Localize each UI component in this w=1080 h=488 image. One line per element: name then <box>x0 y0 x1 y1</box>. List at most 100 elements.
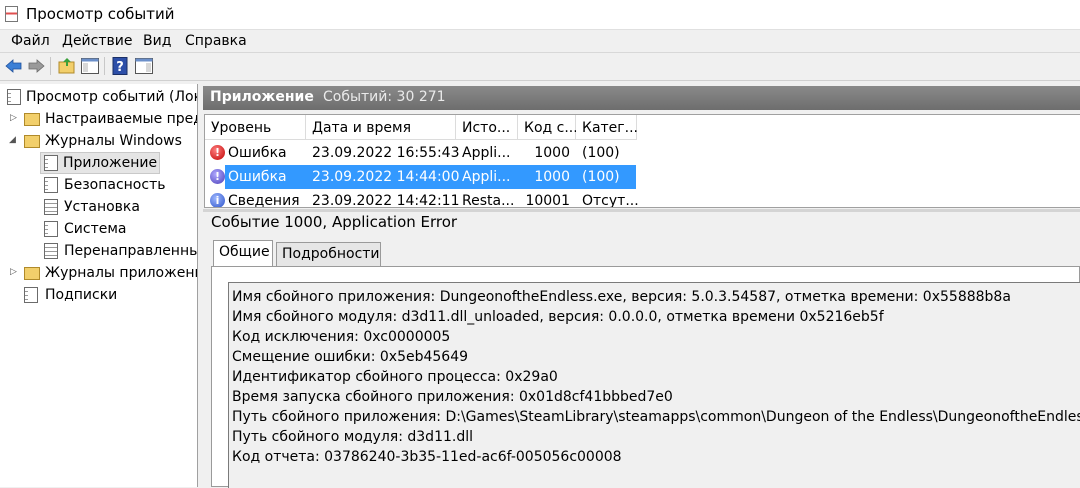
event-viewer-icon <box>7 89 21 105</box>
toolbar: ? <box>0 53 1080 81</box>
svg-text:?: ? <box>116 60 124 75</box>
pane-title: Приложение <box>210 89 314 105</box>
toolbar-separator <box>104 57 105 75</box>
menu-view[interactable]: Вид <box>143 33 171 49</box>
table-row[interactable]: ! Ошибка 23.09.2022 16:55:43 Appli... 10… <box>205 141 637 165</box>
tree-label: Безопасность <box>64 177 166 193</box>
row-level: Ошибка <box>228 145 287 161</box>
title-bar: Просмотр событий <box>0 0 1080 30</box>
tree-item-setup[interactable]: Установка <box>41 197 197 217</box>
folder-icon <box>24 113 40 126</box>
row-level: Ошибка <box>228 169 287 185</box>
forward-arrow-icon[interactable] <box>26 56 46 76</box>
event-description[interactable]: Имя сбойного приложения: DungeonoftheEnd… <box>228 282 1080 488</box>
event-count: Событий: 30 271 <box>323 89 446 105</box>
tree-item-windows-logs[interactable]: ◢ Журналы Windows <box>5 131 197 151</box>
tab-content: Имя сбойного приложения: DungeonoftheEnd… <box>211 266 1080 488</box>
column-header-label: Исто... <box>462 120 511 136</box>
tab-general[interactable]: Общие <box>213 240 273 266</box>
help-icon[interactable]: ? <box>111 56 131 76</box>
tab-label: Подробности <box>282 246 380 262</box>
column-header-date[interactable]: Дата и время <box>306 115 456 140</box>
tree-label: Установка <box>64 199 140 215</box>
column-header-category[interactable]: Катег... <box>576 115 638 140</box>
table-row[interactable]: i Сведения 23.09.2022 14:42:11 Resta... … <box>205 189 639 208</box>
description-line: Имя сбойного приложения: DungeonoftheEnd… <box>232 289 1011 305</box>
description-line: Смещение ошибки: 0x5eb45649 <box>232 349 469 365</box>
up-folder-icon[interactable] <box>57 56 77 76</box>
row-date: 23.09.2022 14:42:11 <box>312 193 460 208</box>
log-icon <box>44 243 58 259</box>
row-category: (100) <box>582 145 620 161</box>
tree-root-event-viewer[interactable]: Просмотр событий (Лок <box>5 87 197 107</box>
row-level: Сведения <box>228 193 300 208</box>
log-icon <box>44 221 58 237</box>
description-line: Идентификатор сбойного процесса: 0x29a0 <box>232 369 558 385</box>
expand-arrow-icon[interactable]: ▷ <box>10 267 17 277</box>
action-pane-icon[interactable] <box>134 56 154 76</box>
tree-item-forwarded-events[interactable]: Перенаправленны <box>41 241 197 261</box>
folder-icon <box>24 267 40 280</box>
log-icon <box>44 177 58 193</box>
log-icon <box>44 199 58 215</box>
row-source: Appli... <box>462 145 511 161</box>
pane-splitter[interactable] <box>203 209 1080 212</box>
tree-label: Приложение <box>63 155 158 171</box>
pane-header: Приложение Событий: 30 271 <box>203 86 1080 110</box>
column-header-label: Катег... <box>582 120 638 136</box>
description-line: Путь сбойного модуля: d3d11.dll <box>232 429 473 445</box>
column-header-label: Уровень <box>211 120 272 136</box>
tree-label: Журналы Windows <box>45 133 182 149</box>
row-category: Отсут... <box>582 193 639 208</box>
tree-item-application-logs[interactable]: ▷ Журналы приложени <box>5 263 197 283</box>
tree-item-security[interactable]: Безопасность <box>41 175 197 195</box>
toolbar-separator <box>50 57 51 75</box>
menu-help[interactable]: Справка <box>185 33 247 49</box>
tab-label: Общие <box>219 244 270 260</box>
column-header-label: Дата и время <box>312 120 411 136</box>
error-icon: ! <box>210 145 225 160</box>
menu-action[interactable]: Действие <box>62 33 132 49</box>
menu-file[interactable]: Файл <box>11 33 50 49</box>
log-icon <box>44 155 58 171</box>
table-row-selected[interactable]: ! Ошибка 23.09.2022 14:44:00 Appli... 10… <box>205 165 637 189</box>
tree-label: Журналы приложени <box>45 265 198 281</box>
tree-label: Система <box>64 221 127 237</box>
folder-icon <box>24 135 40 148</box>
description-line: Время запуска сбойного приложения: 0x01d… <box>232 389 673 405</box>
tab-details[interactable]: Подробности <box>276 242 381 266</box>
row-event-id: 10001 <box>525 193 570 208</box>
expand-arrow-icon[interactable]: ▷ <box>10 113 17 123</box>
row-category: (100) <box>582 169 620 185</box>
console-tree-icon[interactable] <box>80 56 100 76</box>
tree-item-custom-views[interactable]: ▷ Настраиваемые пред <box>5 109 197 129</box>
console-tree: Просмотр событий (Лок ▷ Настраиваемые пр… <box>0 84 198 487</box>
menu-bar: Файл Действие Вид Справка <box>0 30 1080 53</box>
window-title: Просмотр событий <box>26 5 175 23</box>
tree-item-system[interactable]: Система <box>41 219 197 239</box>
description-line: Код отчета: 03786240-3b35-11ed-ac6f-0050… <box>232 449 622 465</box>
subscriptions-icon <box>24 287 38 303</box>
collapse-arrow-icon[interactable]: ◢ <box>9 135 16 145</box>
column-header-source[interactable]: Исто... <box>456 115 518 140</box>
row-event-id: 1000 <box>534 169 570 185</box>
event-detail-title: Событие 1000, Application Error <box>211 213 458 231</box>
column-header-event-id[interactable]: Код с... <box>518 115 578 140</box>
events-grid: Уровень Дата и время Исто... Код с... Ка… <box>204 114 1080 208</box>
back-arrow-icon[interactable] <box>4 56 24 76</box>
tree-root-label: Просмотр событий (Лок <box>26 89 198 105</box>
error-icon: ! <box>210 169 225 184</box>
event-viewer-app-icon <box>5 6 18 22</box>
event-detail-tabs: Общие Подробности Имя сбойного приложени… <box>203 234 1080 488</box>
tree-label: Подписки <box>45 287 118 303</box>
row-source: Appli... <box>462 169 511 185</box>
column-header-level[interactable]: Уровень <box>205 115 306 140</box>
description-line: Путь сбойного приложения: D:\Games\Steam… <box>232 409 1080 425</box>
row-source: Resta... <box>462 193 515 208</box>
row-date: 23.09.2022 16:55:43 <box>312 145 460 161</box>
tree-item-subscriptions[interactable]: Подписки <box>5 285 197 305</box>
row-event-id: 1000 <box>534 145 570 161</box>
tree-item-application[interactable]: Приложение <box>40 152 160 174</box>
info-icon: i <box>210 193 225 207</box>
description-line: Имя сбойного модуля: d3d11.dll_unloaded,… <box>232 309 884 325</box>
